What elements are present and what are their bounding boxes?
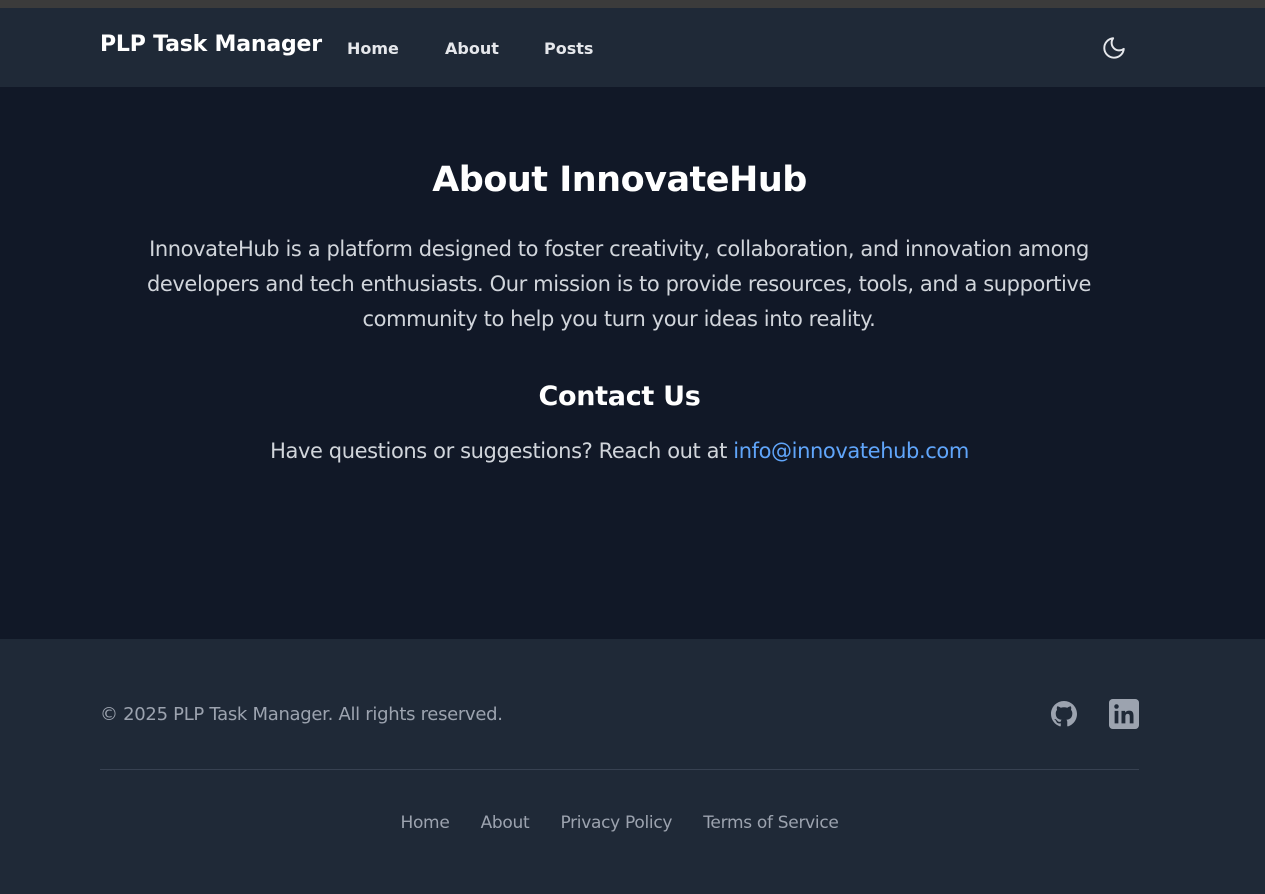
contact-email-link[interactable]: info@innovatehub.com [733, 439, 969, 463]
window-top-strip [0, 0, 1265, 8]
page-title: About InnovateHub [432, 160, 807, 200]
footer-link-privacy[interactable]: Privacy Policy [560, 813, 672, 833]
github-icon [1051, 701, 1077, 727]
nav-link-about[interactable]: About [445, 39, 499, 58]
main-content: About InnovateHub InnovateHub is a platf… [0, 87, 1265, 639]
nav-link-home[interactable]: Home [347, 39, 399, 58]
footer-link-home[interactable]: Home [400, 813, 449, 833]
theme-toggle-button[interactable] [1098, 32, 1130, 64]
contact-text: Have questions or suggestions? Reach out… [270, 439, 727, 463]
footer: © 2025 PLP Task Manager. All rights rese… [0, 639, 1265, 894]
navbar: PLP Task Manager Home About Posts [0, 8, 1265, 87]
nav-link-posts[interactable]: Posts [544, 39, 593, 58]
github-link[interactable] [1048, 698, 1080, 730]
linkedin-icon [1109, 699, 1139, 729]
footer-link-terms[interactable]: Terms of Service [703, 813, 839, 833]
about-description: InnovateHub is a platform designed to fo… [146, 237, 1092, 331]
footer-nav: Home About Privacy Policy Terms of Servi… [0, 813, 1239, 833]
contact-line: Have questions or suggestions? Reach out… [0, 439, 1239, 463]
moon-icon [1103, 37, 1125, 59]
footer-divider [100, 769, 1139, 770]
contact-heading: Contact Us [538, 381, 701, 412]
brand-title[interactable]: PLP Task Manager [100, 32, 322, 57]
copyright-text: © 2025 PLP Task Manager. All rights rese… [100, 704, 503, 725]
footer-link-about[interactable]: About [481, 813, 530, 833]
linkedin-link[interactable] [1108, 698, 1140, 730]
